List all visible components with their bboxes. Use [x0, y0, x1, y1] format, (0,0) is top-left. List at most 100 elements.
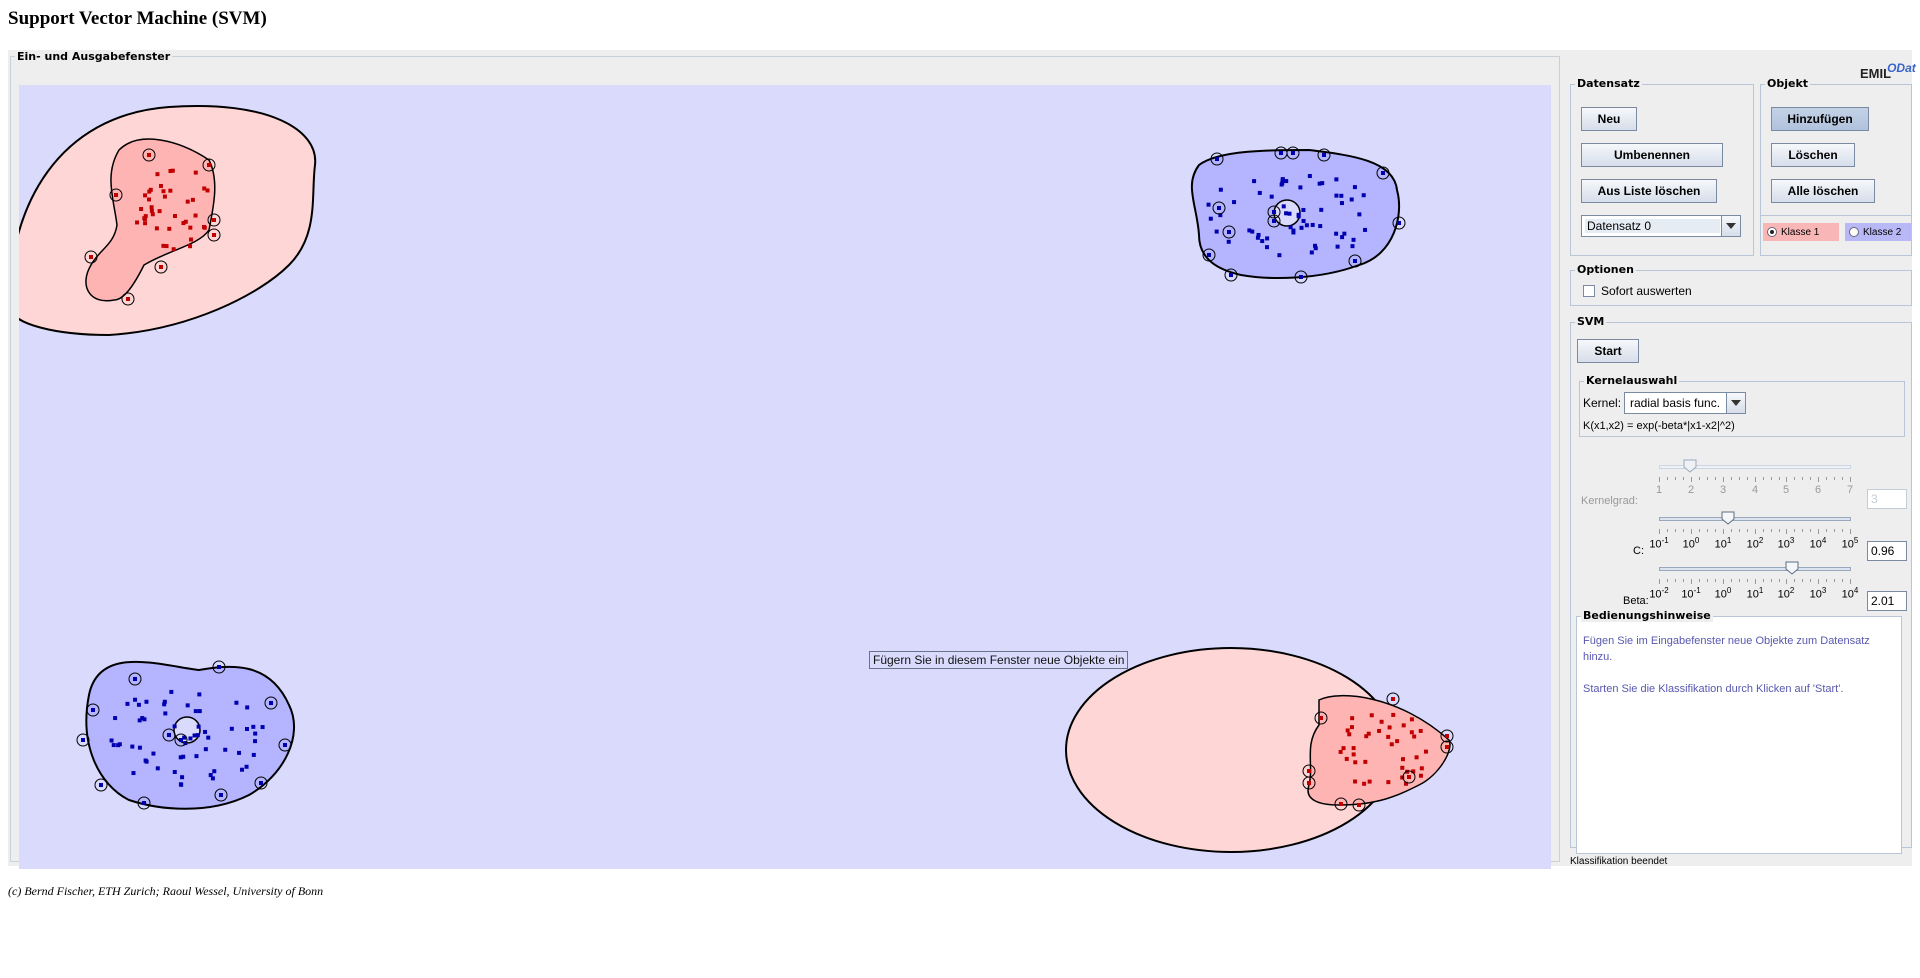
tick-label: 7 [1846, 484, 1854, 496]
data-point [260, 725, 265, 730]
new-dataset-button[interactable]: Neu [1581, 107, 1637, 131]
data-point [135, 220, 140, 225]
canvas-hint-label: Fügern Sie in diesem Fenster neue Objekt… [869, 651, 1129, 669]
data-point [1350, 716, 1355, 721]
data-point [1353, 760, 1358, 765]
data-point [109, 738, 114, 743]
dataset-select[interactable]: Datensatz 0 [1581, 215, 1741, 237]
delete-all-objects-button[interactable]: Alle löschen [1771, 179, 1875, 203]
delete-object-button[interactable]: Löschen [1771, 143, 1855, 167]
tick-minor [1699, 477, 1700, 480]
data-point [251, 724, 256, 729]
chevron-down-icon[interactable] [1721, 216, 1740, 236]
data-point [1218, 187, 1223, 192]
data-point [142, 801, 146, 805]
rename-dataset-button[interactable]: Umbenennen [1581, 143, 1723, 167]
emiloddat-logo: EMILODat [1860, 61, 1920, 81]
tick-mark [1755, 579, 1756, 584]
class1-radio[interactable]: Klasse 1 [1763, 223, 1839, 241]
tick-minor [1794, 477, 1795, 480]
data-point [1339, 802, 1343, 806]
data-point [217, 665, 221, 669]
tick-label: 100 [1714, 586, 1732, 601]
data-point [181, 754, 186, 759]
c-ticks: 10-1 100 101 102 103 104 105 [1649, 529, 1858, 551]
add-object-button[interactable]: Hinzufügen [1771, 107, 1869, 131]
data-point [159, 183, 164, 188]
data-point [155, 766, 160, 771]
c-slider-thumb[interactable] [1721, 511, 1735, 525]
data-point [144, 759, 149, 764]
tick-label: 101 [1714, 536, 1732, 551]
tick-label: 6 [1814, 484, 1822, 496]
delete-from-list-button[interactable]: Aus Liste löschen [1581, 179, 1717, 203]
data-point [197, 709, 202, 714]
data-point [190, 197, 195, 202]
data-point [1335, 244, 1340, 249]
data-point [1265, 236, 1270, 241]
tick-label: 101 [1746, 586, 1764, 601]
beta-input[interactable]: 2.01 [1867, 591, 1907, 611]
kernel-group: Kernelauswahl Kernel: radial basis func.… [1579, 374, 1905, 437]
tick-label: 3 [1719, 484, 1727, 496]
data-point [245, 705, 250, 710]
data-point [143, 193, 148, 198]
data-point [244, 764, 249, 769]
data-point [1361, 193, 1366, 198]
tick-mark [1659, 579, 1660, 584]
objekt-group: Objekt Hinzufügen Löschen Alle löschen K… [1760, 77, 1912, 256]
data-point [188, 244, 193, 249]
data-point [188, 225, 193, 230]
tick-minor [1802, 477, 1803, 480]
tick-minor [1802, 579, 1803, 582]
beta-slider-thumb[interactable] [1785, 561, 1799, 575]
data-point [223, 747, 228, 752]
data-point [237, 750, 242, 755]
kernel-select[interactable]: radial basis func. [1624, 392, 1746, 414]
hints-title: Bedienungshinweise [1581, 609, 1713, 622]
kernelgrad-input[interactable]: 3 [1867, 489, 1907, 509]
data-point [1345, 728, 1350, 733]
data-point [240, 767, 245, 772]
data-point [203, 729, 208, 734]
tick-minor [1699, 579, 1700, 582]
chevron-down-icon[interactable] [1726, 393, 1745, 413]
data-point [196, 724, 201, 729]
kernelgrad-slider-thumb[interactable] [1683, 459, 1697, 473]
beta-slider[interactable] [1659, 567, 1851, 571]
data-point [1256, 232, 1261, 237]
svm-title: SVM [1575, 315, 1607, 328]
c-slider[interactable] [1659, 517, 1851, 521]
data-point [1264, 245, 1269, 250]
data-point [1412, 734, 1417, 739]
tick-minor [1794, 579, 1795, 582]
data-point [1226, 239, 1231, 244]
tick-minor [1763, 579, 1764, 582]
class2-radio[interactable]: Klasse 2 [1845, 223, 1911, 241]
tick-minor [1667, 579, 1668, 582]
data-point [1339, 201, 1344, 206]
data-point [1353, 779, 1358, 784]
instant-eval-label: Sofort auswerten [1601, 284, 1692, 298]
optionen-group: Optionen Sofort auswerten [1570, 263, 1912, 306]
tick-minor [1834, 477, 1835, 480]
c-input[interactable]: 0.96 [1867, 541, 1907, 561]
data-point [1363, 759, 1368, 764]
data-point [1387, 725, 1392, 730]
divider [1761, 215, 1911, 216]
data-point [212, 233, 216, 237]
data-point [164, 244, 169, 249]
data-point [161, 189, 166, 194]
classification-plot [19, 105, 1454, 853]
class1-label: Klasse 1 [1781, 226, 1820, 238]
data-point [1208, 216, 1213, 221]
data-point [1232, 200, 1237, 205]
input-canvas[interactable]: Fügern Sie in diesem Fenster neue Objekt… [19, 85, 1551, 869]
data-point [1279, 182, 1284, 187]
data-point [113, 716, 118, 721]
data-point [1391, 712, 1396, 717]
instant-eval-checkbox[interactable] [1583, 285, 1595, 297]
data-point [1347, 732, 1352, 737]
tick-mark [1818, 477, 1819, 482]
start-button[interactable]: Start [1577, 339, 1639, 363]
